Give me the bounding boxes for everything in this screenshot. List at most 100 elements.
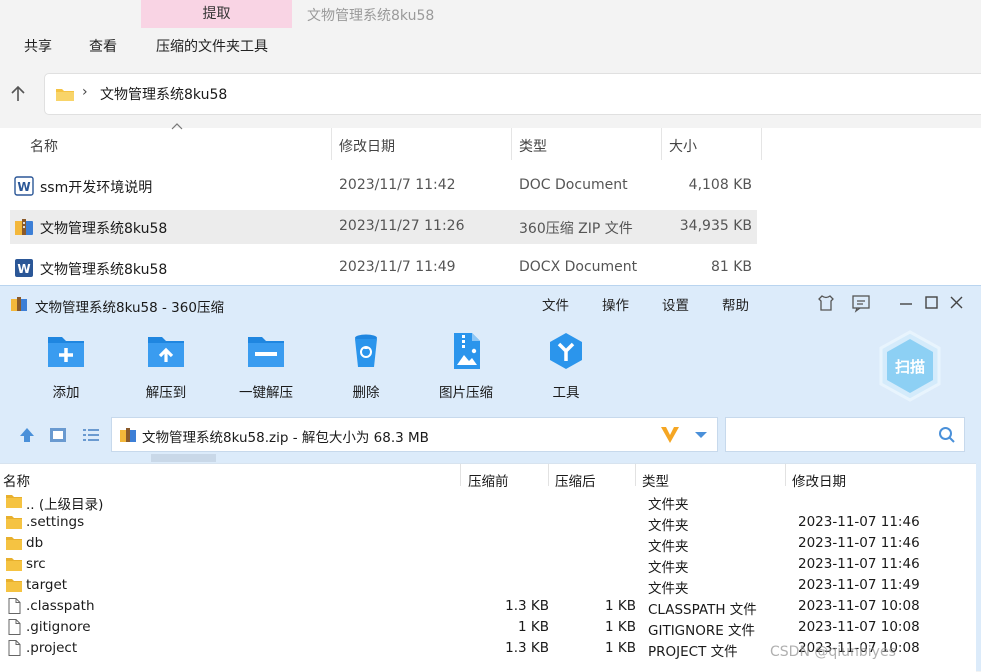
scan-badge[interactable]: 扫描 [878,330,942,402]
column-divider[interactable] [460,464,461,486]
chevron-right-icon[interactable]: › [82,84,88,100]
archive-row-name: .classpath [26,598,95,614]
folder-icon [56,89,74,101]
zip-archive-icon [15,219,33,235]
tool-label: 图片压缩 [439,385,493,401]
folder-icon [5,556,23,572]
archive-row-date: 2023-11-07 11:46 [798,514,920,530]
column-divider[interactable] [785,464,786,486]
maximize-icon[interactable] [921,292,943,314]
up-level-icon[interactable] [17,426,37,444]
folder-icon [5,514,23,530]
column-header-name[interactable]: 名称 [3,470,30,490]
thumbnail-view-icon[interactable] [48,426,68,444]
column-header-after[interactable]: 压缩后 [555,470,596,490]
menu-settings[interactable]: 设置 [662,294,689,314]
close-icon[interactable] [946,292,968,314]
search-input[interactable] [725,417,965,452]
archive-file-list: 名称 压缩前 压缩后 类型 修改日期 .. (上级目录) 文件夹 .settings… [0,463,976,672]
column-header-date[interactable]: 修改日期 [339,136,395,156]
file-icon [5,640,23,656]
menu-help[interactable]: 帮助 [722,294,749,314]
file-row[interactable]: W 文物管理系统8ku58 2023/11/7 11:49 DOCX Docum… [10,251,757,285]
column-divider[interactable] [661,128,662,160]
file-type: DOC Document [519,177,628,193]
one-click-extract-button[interactable]: 一键解压 [221,331,311,401]
archive-row-name: target [26,577,68,593]
archive-row-date: 2023-11-07 10:08 [798,598,920,614]
up-arrow-icon[interactable] [8,84,28,104]
file-type: DOCX Document [519,259,638,275]
archive-row-name: src [26,556,46,572]
file-name: 文物管理系统8ku58 [40,221,168,237]
column-divider[interactable] [548,464,549,486]
archive-row-before: 1 KB [518,619,549,635]
archive-row[interactable]: src 文件夹 2023-11-07 11:46 [0,554,976,576]
zip-window-title: 文物管理系统8ku58 - 360压缩 [35,300,224,316]
archive-row-type: CLASSPATH 文件 [648,602,757,618]
extract-to-button[interactable]: 解压到 [121,331,211,401]
archive-row-name: .project [26,640,78,656]
file-row[interactable]: W ssm开发环境说明 2023/11/7 11:42 DOC Document… [10,169,757,203]
archive-row[interactable]: .settings 文件夹 2023-11-07 11:46 [0,512,976,534]
archive-path-bar[interactable]: 文物管理系统8ku58.zip - 解包大小为 68.3 MB [111,417,718,452]
column-header-date[interactable]: 修改日期 [792,470,846,490]
archive-row[interactable]: db 文件夹 2023-11-07 11:46 [0,533,976,555]
list-view-icon[interactable] [81,426,101,444]
file-name: 文物管理系统8ku58 [40,262,168,278]
chevron-down-icon[interactable] [694,431,708,439]
column-header-before[interactable]: 压缩前 [468,470,509,490]
zip-titlebar[interactable]: 文物管理系统8ku58 - 360压缩 文件 操作 设置 帮助 [0,286,981,320]
column-divider[interactable] [635,464,636,486]
horizontal-scrollbar[interactable] [151,454,216,462]
archive-row[interactable]: .classpath 1.3 KB 1 KB CLASSPATH 文件 2023-11-… [0,596,976,618]
archive-row-type: 文件夹 [648,539,689,555]
address-path[interactable]: 文物管理系统8ku58 [100,84,227,104]
archive-row-type: 文件夹 [648,581,689,597]
delete-button[interactable]: 删除 [321,331,411,401]
archive-row[interactable]: .gitignore 1 KB 1 KB GITIGNORE 文件 2023-11-07… [0,617,976,639]
archive-row[interactable]: .. (上级目录) 文件夹 [0,491,976,513]
search-icon[interactable] [938,426,956,444]
tab-share[interactable]: 共享 [24,36,52,56]
word-doc-icon: W [15,259,33,277]
message-icon[interactable] [850,292,872,314]
archive-row-date: 2023-11-07 11:49 [798,577,920,593]
column-header-name[interactable]: 名称 [30,136,58,156]
verified-v-icon[interactable] [659,425,681,445]
tool-label: 工具 [552,385,580,401]
scan-label: 扫描 [895,358,925,376]
column-header-type[interactable]: 类型 [642,470,669,490]
file-icon [5,619,23,635]
file-row-selected[interactable]: 文物管理系统8ku58 2023/11/27 11:26 360压缩 ZIP 文… [10,210,757,244]
column-divider[interactable] [331,128,332,160]
tools-button[interactable]: 工具 [521,331,611,401]
archive-row-date: 2023-11-07 11:46 [798,535,920,551]
column-divider[interactable] [511,128,512,160]
tab-view[interactable]: 查看 [89,36,117,56]
image-compress-button[interactable]: 图片压缩 [421,331,511,401]
column-header-type[interactable]: 类型 [519,136,547,156]
archive-row[interactable]: target 文件夹 2023-11-07 11:49 [0,575,976,597]
archive-row-name: .. (上级目录) [26,497,104,513]
zip-archive-icon [120,428,136,442]
tool-label: 解压到 [145,385,187,401]
archive-row-date: 2023-11-07 11:46 [798,556,920,572]
tab-compressed-folder-tools[interactable]: 压缩的文件夹工具 [156,36,268,56]
add-button[interactable]: 添加 [21,331,111,401]
menu-operate[interactable]: 操作 [602,294,629,314]
file-size: 4,108 KB [688,177,752,193]
file-icon [5,598,23,614]
file-size: 34,935 KB [679,218,752,234]
file-date: 2023/11/27 11:26 [339,218,465,234]
skin-icon[interactable] [815,292,837,314]
column-header-size[interactable]: 大小 [669,136,697,156]
menu-file[interactable]: 文件 [542,294,569,314]
archive-row-type: 文件夹 [648,518,689,534]
tab-extract[interactable]: 提取 [141,0,292,28]
image-compress-icon [454,333,480,369]
column-divider[interactable] [761,128,762,160]
file-date: 2023/11/7 11:42 [339,177,456,193]
zip-app-logo-icon [11,297,27,311]
minimize-icon[interactable] [895,292,917,314]
